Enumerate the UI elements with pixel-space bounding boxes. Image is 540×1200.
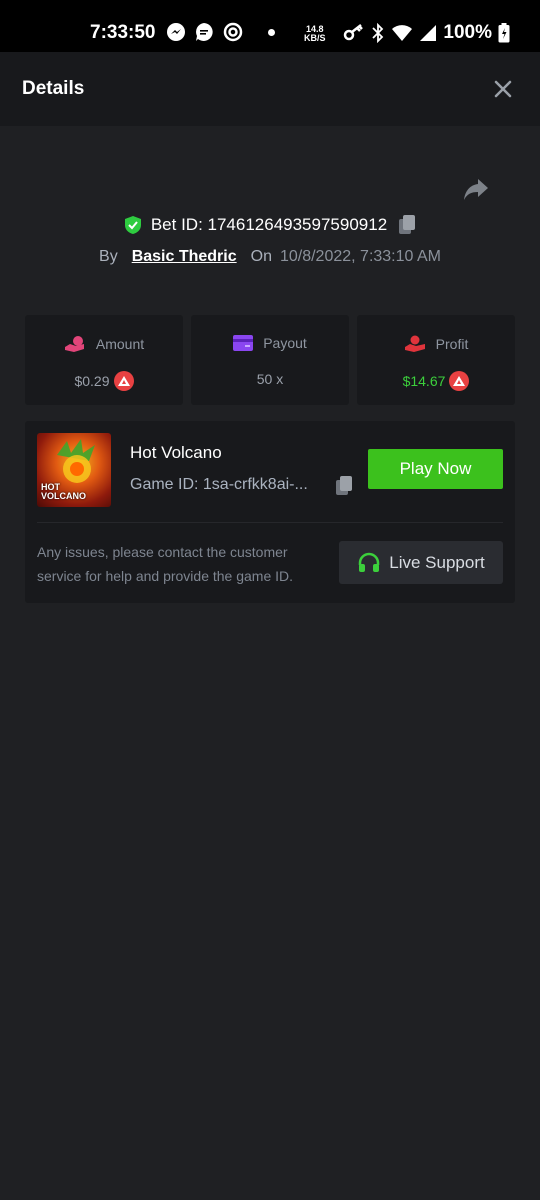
page-title: Details bbox=[22, 78, 85, 99]
payout-label: Payout bbox=[263, 335, 307, 351]
amount-value: $0.29 bbox=[74, 373, 110, 389]
help-text: Any issues, please contact the customer … bbox=[37, 544, 294, 584]
copy-game-id-icon[interactable] bbox=[334, 475, 354, 497]
live-support-button[interactable]: Live Support bbox=[339, 541, 503, 584]
battery-icon bbox=[498, 23, 510, 43]
game-thumbnail[interactable]: HOT VOLCANO bbox=[37, 433, 111, 507]
divider bbox=[37, 522, 503, 523]
bet-date: 10/8/2022, 7:33:10 AM bbox=[279, 248, 441, 265]
play-now-button[interactable]: Play Now bbox=[368, 449, 503, 489]
bluetooth-icon bbox=[372, 23, 384, 43]
user-link[interactable]: Basic Thedric bbox=[132, 248, 237, 266]
card-icon bbox=[233, 335, 254, 351]
verified-shield-icon bbox=[124, 216, 141, 234]
status-bar: 7:33:50 14.8 KB/S 100% bbox=[0, 0, 540, 52]
bet-meta-row: By Basic Thedric On 10/8/2022, 7:33:10 A… bbox=[0, 248, 540, 266]
game-card: HOT VOLCANO Hot Volcano Game ID: 1sa-crf… bbox=[25, 421, 515, 603]
key-icon bbox=[344, 24, 364, 41]
headset-icon bbox=[359, 552, 380, 572]
avax-coin-icon bbox=[449, 371, 470, 391]
profit-label: Profit bbox=[435, 336, 469, 352]
bet-id-row: Bet ID: 1746126493597590912 bbox=[0, 214, 540, 236]
close-icon[interactable] bbox=[490, 76, 516, 102]
chat-icon bbox=[196, 23, 213, 41]
status-time: 7:33:50 bbox=[90, 22, 156, 43]
thumb-title-line2: VOLCANO bbox=[41, 491, 86, 501]
sync-icon bbox=[223, 22, 243, 42]
share-icon[interactable] bbox=[462, 176, 490, 202]
network-speed: 14.8 KB/S bbox=[304, 24, 326, 43]
money-hand-icon bbox=[64, 336, 84, 352]
stat-amount: Amount $0.29 bbox=[25, 315, 183, 405]
profit-hand-icon bbox=[404, 335, 425, 352]
amount-label: Amount bbox=[95, 336, 145, 352]
live-support-label: Live Support bbox=[389, 552, 485, 572]
bet-id: Bet ID: 1746126493597590912 bbox=[150, 215, 388, 234]
bet-stats: Amount $0.29 Payout 50 x Profit $14.67 bbox=[25, 315, 515, 405]
battery-percent: 100% bbox=[443, 22, 492, 43]
details-header: Details bbox=[0, 52, 540, 126]
messenger-icon bbox=[167, 23, 185, 41]
game-id: Game ID: 1sa-crfkk8ai-... bbox=[130, 476, 308, 493]
signal-icon bbox=[420, 25, 437, 41]
copy-icon[interactable] bbox=[397, 214, 417, 236]
payout-value: 50 x bbox=[256, 371, 284, 387]
on-label: On bbox=[250, 248, 272, 265]
stat-profit: Profit $14.67 bbox=[357, 315, 515, 405]
game-title: Hot Volcano bbox=[130, 443, 222, 462]
avax-coin-icon bbox=[113, 371, 134, 391]
by-label: By bbox=[99, 248, 118, 265]
wifi-icon bbox=[392, 25, 413, 41]
notification-dot-icon bbox=[268, 28, 275, 36]
profit-value: $14.67 bbox=[402, 373, 446, 389]
stat-payout: Payout 50 x bbox=[191, 315, 349, 405]
